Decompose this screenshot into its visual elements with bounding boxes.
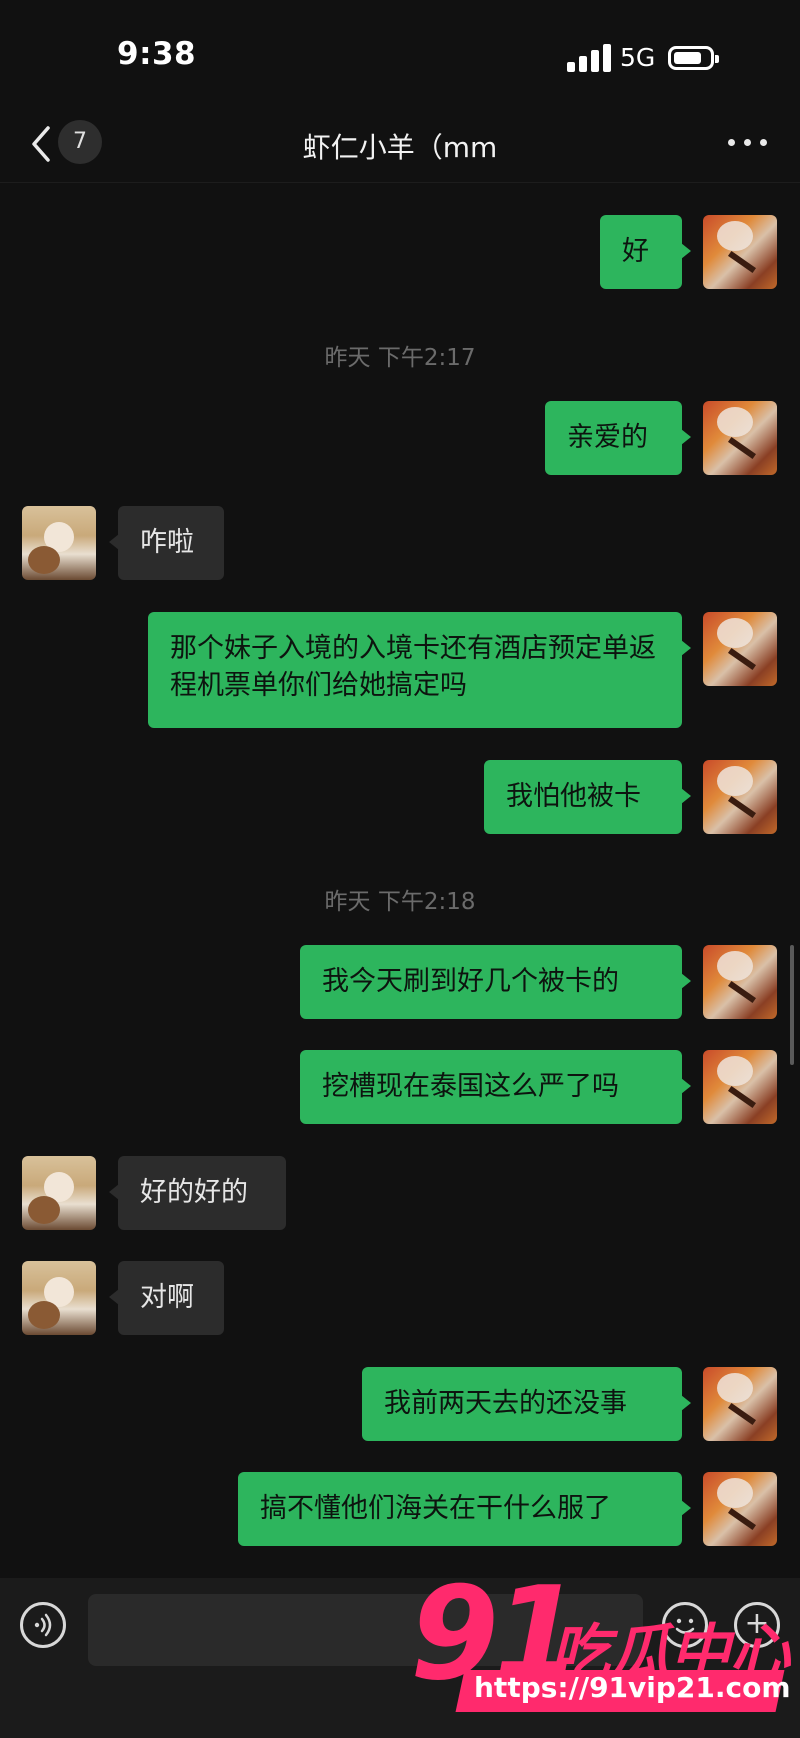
self-avatar[interactable] <box>703 215 777 289</box>
message-bubble-out[interactable]: 搞不懂他们海关在干什么服了 <box>238 1472 691 1546</box>
status-time: 9:38 <box>117 36 197 72</box>
message-bubble-in[interactable]: 好的好的 <box>109 1156 286 1230</box>
status-bar: 9:38 5G <box>0 0 800 110</box>
message-bubble-out[interactable]: 我前两天去的还没事 <box>362 1367 691 1441</box>
network-type: 5G <box>620 43 656 72</box>
timestamp: 昨天 下午2:17 <box>324 345 476 371</box>
self-avatar[interactable] <box>703 612 777 686</box>
self-avatar[interactable] <box>703 945 777 1019</box>
voice-icon[interactable] <box>20 1602 66 1648</box>
contact-avatar[interactable] <box>22 1156 96 1230</box>
self-avatar[interactable] <box>703 401 777 475</box>
contact-avatar[interactable] <box>22 1261 96 1335</box>
self-avatar[interactable] <box>703 1472 777 1546</box>
message-bubble-in[interactable]: 对啊 <box>109 1261 224 1335</box>
self-avatar[interactable] <box>703 1050 777 1124</box>
chat-title: 虾仁小羊（mm <box>302 131 498 164</box>
self-avatar[interactable] <box>703 1367 777 1441</box>
message-bubble-out[interactable]: 亲爱的 <box>545 401 691 475</box>
message-bubble-out[interactable]: 我怕他被卡 <box>484 760 691 834</box>
watermark: 91 吃瓜中心 https://91vip21.com <box>400 1560 800 1738</box>
signal-icon <box>567 44 611 72</box>
message-bubble-out[interactable]: 挖槽现在泰国这么严了吗 <box>300 1050 691 1124</box>
timestamp: 昨天 下午2:18 <box>324 889 476 915</box>
chat-header: 7 虾仁小羊（mm <box>0 110 800 183</box>
scrollbar[interactable] <box>790 945 794 1065</box>
more-dots-icon[interactable] <box>728 130 770 154</box>
battery-icon <box>668 46 719 70</box>
self-avatar[interactable] <box>703 760 777 834</box>
message-bubble-out[interactable]: 那个妹子入境的入境卡还有酒店预定单返程机票单你们给她搞定吗 <box>148 612 691 728</box>
contact-avatar[interactable] <box>22 506 96 580</box>
watermark-url: https://91vip21.com <box>474 1671 791 1704</box>
message-bubble-out[interactable]: 好 <box>600 215 691 289</box>
message-bubble-out[interactable]: 我今天刷到好几个被卡的 <box>300 945 691 1019</box>
message-bubble-in[interactable]: 咋啦 <box>109 506 224 580</box>
